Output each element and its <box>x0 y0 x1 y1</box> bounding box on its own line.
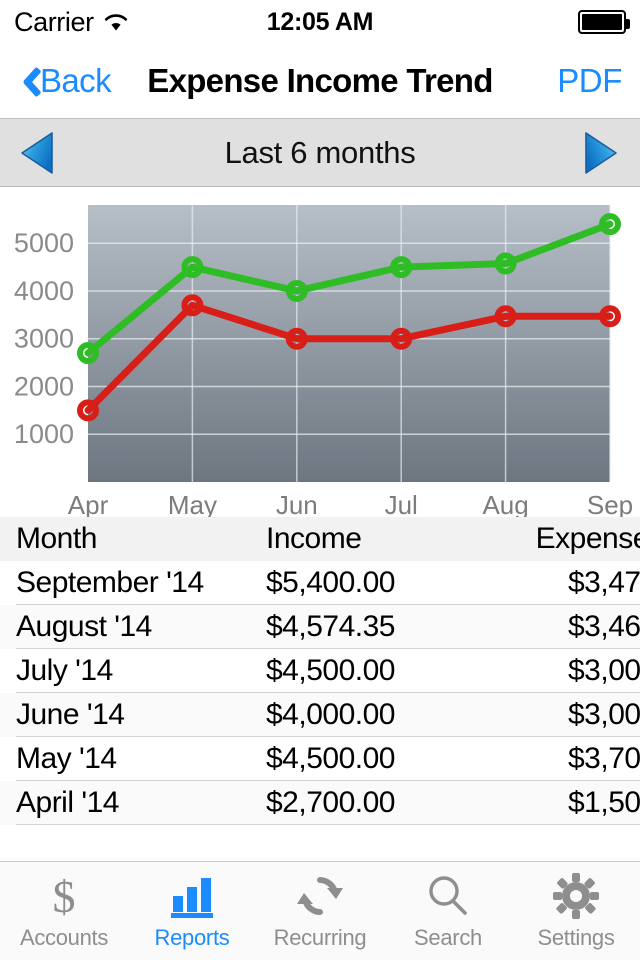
cell-expenses: $1,500.00 <box>568 786 640 819</box>
tab-reports[interactable]: Reports <box>128 862 256 960</box>
x-axis-tick-label: Jun <box>276 490 318 517</box>
data-point-center <box>85 350 91 356</box>
table-row[interactable]: September '14 $5,400.00 $3,470.00 <box>0 561 640 605</box>
y-axis-tick-label: 2000 <box>14 371 74 401</box>
trend-chart-canvas: 1000 2000 3000 4000 5000 Apr May Jun Jul Aug Sep <box>14 205 633 517</box>
tab-label: Search <box>414 925 482 950</box>
cell-income: $4,500.00 <box>266 654 395 687</box>
row-separator <box>16 824 640 825</box>
plot-area <box>88 205 610 482</box>
tab-label: Settings <box>537 925 615 950</box>
cell-month: July '14 <box>16 654 113 687</box>
trend-table: Month Income Expenses September '14 $5,400.0… <box>0 517 640 825</box>
cell-month: September '14 <box>16 566 204 599</box>
refresh-icon <box>297 871 343 921</box>
column-header-income: Income <box>266 522 362 555</box>
x-axis-tick-label: Apr <box>68 490 109 517</box>
column-header-expenses: Expenses <box>535 522 640 555</box>
data-point-center <box>607 221 613 227</box>
pdf-button[interactable]: PDF <box>557 62 622 100</box>
data-point-center <box>399 336 404 341</box>
data-point-center <box>607 314 613 319</box>
table-row[interactable]: May '14 $4,500.00 $3,700.00 <box>0 737 640 781</box>
tab-label: Accounts <box>19 925 109 950</box>
table-header-row: Month Income Expenses <box>0 517 640 561</box>
data-point-center <box>85 408 91 413</box>
cell-income: $4,500.00 <box>266 742 395 775</box>
tab-label: Recurring <box>273 925 367 950</box>
bar-chart-icon <box>169 871 215 921</box>
column-header-month: Month <box>16 522 97 555</box>
cell-month: August '14 <box>16 610 152 643</box>
cell-expenses: $3,470.00 <box>568 566 640 599</box>
tab-settings[interactable]: Settings <box>512 862 640 960</box>
x-axis-tick-label: Jul <box>385 490 418 517</box>
cell-income: $4,000.00 <box>266 698 395 731</box>
y-axis-tick-label: 3000 <box>14 324 74 354</box>
table-row[interactable]: June '14 $4,000.00 $3,000.00 <box>0 693 640 737</box>
y-axis-tick-label: 1000 <box>14 419 74 449</box>
tab-search[interactable]: Search <box>384 862 512 960</box>
back-button[interactable]: Back <box>14 62 112 100</box>
data-point-center <box>190 303 195 308</box>
cell-month: May '14 <box>16 742 117 775</box>
cell-month: April '14 <box>16 786 119 819</box>
cell-expenses: $3,700.00 <box>568 742 640 775</box>
app-screen: Carrier 12:05 AM Back Expense Income Tre… <box>0 0 640 960</box>
svg-text:$: $ <box>53 871 76 921</box>
data-point-center <box>294 288 299 294</box>
back-button-label: Back <box>40 62 112 99</box>
period-selector: Last 6 months <box>0 119 640 187</box>
data-point-center <box>294 336 299 341</box>
next-period-button[interactable] <box>574 126 628 180</box>
triangle-left-icon <box>21 131 53 174</box>
chevron-left-icon <box>14 64 36 98</box>
period-label: Last 6 months <box>224 134 416 170</box>
y-axis-tick-label: 4000 <box>14 276 74 306</box>
data-point-center <box>503 314 508 319</box>
data-point-center <box>190 264 195 270</box>
battery-full-icon <box>578 10 630 34</box>
dollar-sign-icon: $ <box>43 871 85 921</box>
previous-period-button[interactable] <box>10 126 64 180</box>
trend-chart: 1000 2000 3000 4000 5000 Apr May Jun Jul Aug Sep <box>0 187 640 517</box>
cell-income: $5,400.00 <box>266 566 395 599</box>
cell-expenses: $3,000.00 <box>568 654 640 687</box>
x-axis-tick-label: May <box>168 490 217 517</box>
gear-icon <box>553 871 599 921</box>
tab-accounts[interactable]: $ Accounts <box>0 862 128 960</box>
tab-recurring[interactable]: Recurring <box>256 862 384 960</box>
cell-expenses: $3,469.88 <box>568 610 640 643</box>
cell-income: $2,700.00 <box>266 786 395 819</box>
triangle-right-icon <box>585 131 617 174</box>
cell-month: June '14 <box>16 698 125 731</box>
data-point-center <box>503 261 508 266</box>
tab-bar: $ Accounts Reports Recurring Search Settings <box>0 861 640 960</box>
status-bar: Carrier 12:05 AM <box>0 0 640 44</box>
navigation-bar: Back Expense Income Trend PDF <box>0 44 640 119</box>
magnifier-icon <box>425 871 471 921</box>
y-axis-tick-label: 5000 <box>14 228 74 258</box>
data-point-center <box>399 264 404 270</box>
cell-income: $4,574.35 <box>266 610 395 643</box>
table-row[interactable]: August '14 $4,574.35 $3,469.88 <box>0 605 640 649</box>
x-axis-tick-label: Sep <box>587 490 633 517</box>
cell-expenses: $3,000.00 <box>568 698 640 731</box>
table-row[interactable]: July '14 $4,500.00 $3,000.00 <box>0 649 640 693</box>
status-bar-clock: 12:05 AM <box>266 7 374 36</box>
table-row[interactable]: April '14 $2,700.00 $1,500.00 <box>0 781 640 825</box>
x-axis-tick-label: Aug <box>482 490 528 517</box>
tab-label: Reports <box>154 925 230 950</box>
status-bar-right <box>578 0 630 44</box>
